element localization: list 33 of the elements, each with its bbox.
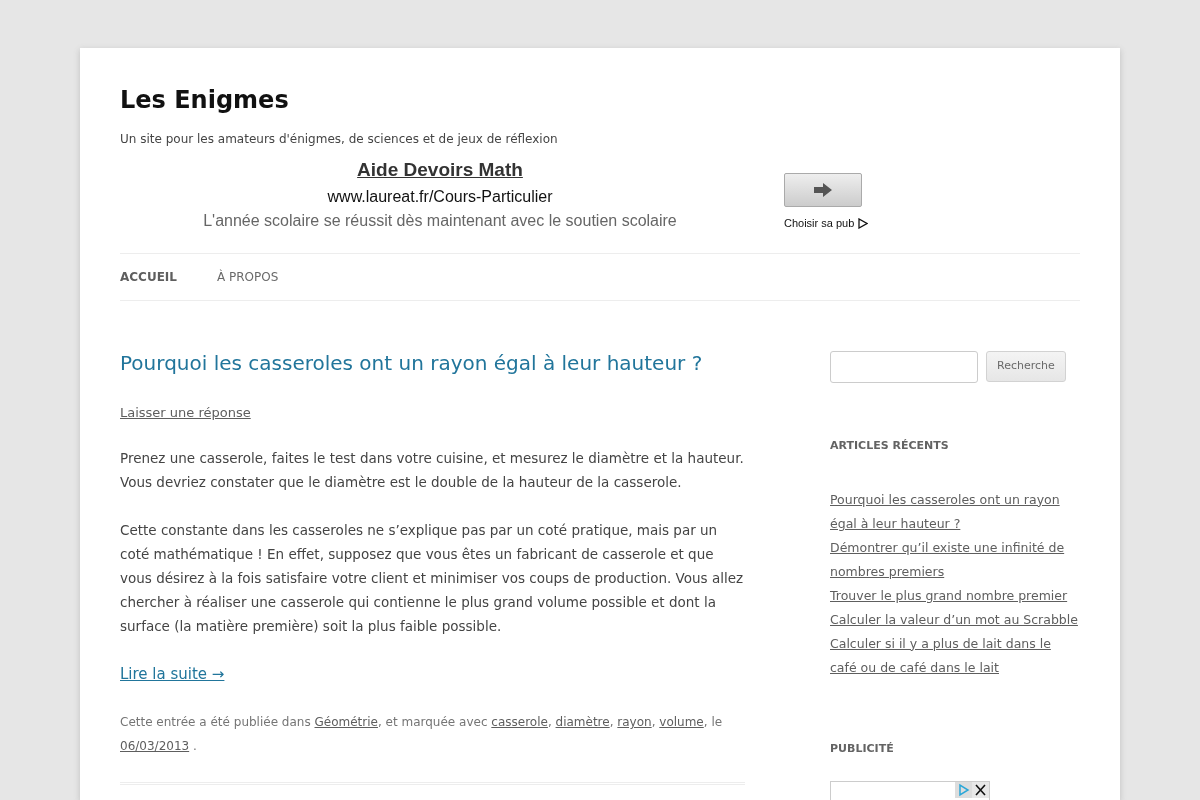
post-title[interactable]: Pourquoi les casseroles ont un rayon égal à leur hauteur ? <box>120 350 745 375</box>
category-link[interactable]: Géométrie <box>314 715 378 729</box>
ad-headline[interactable]: Aide Devoirs Math <box>120 156 760 185</box>
ad-url[interactable]: www.laureat.fr/Cours-Particulier <box>120 184 760 209</box>
date-link[interactable]: 06/03/2013 <box>120 739 190 753</box>
close-icon[interactable] <box>972 781 989 798</box>
nav-link[interactable]: À PROPOS <box>216 253 279 300</box>
recent-post-link[interactable]: Calculer si il y a plus de lait dans le café ou de café dans le lait <box>830 631 1080 680</box>
recent-post-link[interactable]: Calculer la valeur d’un mot au Scrabble <box>830 607 1078 632</box>
recent-post-link[interactable]: Trouver le plus grand nombre premier <box>830 583 1068 608</box>
post-paragraph: Cette constante dans les casseroles ne s’explique pas par un coté pratique, mais par un coté mathématique ! En effet, supposez que vous êtes un fabricant de casserole et que vous désirez à la fois satisfaire votre client et minimiser vos coups de production. Vous allez chercher à réaliser une casserole qui contienne le plus grand volume possible et dont la surface (la matière première) soit la plus faible possible. <box>120 521 745 636</box>
widget-title: PUBLICITÉ <box>830 741 895 755</box>
post-paragraph: Prenez une casserole, faites le test dans votre cuisine, et mesurez le diamètre et la hauteur. Vous devriez constater que le diamètre est le double de la hauteur de la casserole. <box>120 449 745 492</box>
ad-description: L'année scolaire se réussit dès maintenant avec le soutien scolaire <box>202 210 678 231</box>
site-tagline: Un site pour les amateurs d'énigmes, de sciences et de jeux de réflexion <box>120 131 559 148</box>
recent-post-link[interactable]: Pourquoi les casseroles ont un rayon égal à leur hauteur ? <box>830 487 1080 536</box>
post-meta: Cette entrée a été publiée dans Géométrie, et marquée avec casserole, diamètre, rayon, volume, le 06/03/2013 . <box>120 714 724 755</box>
widget-title: ARTICLES RÉCENTS <box>830 438 950 452</box>
arrow-icon <box>814 183 832 197</box>
read-more-link[interactable]: Lire la suite → <box>120 665 225 683</box>
ad-choice-link[interactable]: Choisir sa pub <box>784 215 855 232</box>
ad-arrow-button[interactable] <box>784 173 862 207</box>
tag-link[interactable]: diamètre <box>555 715 610 729</box>
play-icon <box>858 217 869 229</box>
recent-post-link[interactable]: Démontrer qu’il existe une infinité de nombres premiers <box>830 535 1080 584</box>
search-field[interactable] <box>830 350 978 383</box>
tag-link[interactable]: volume <box>659 715 704 729</box>
nav-link[interactable]: ACCUEIL <box>120 253 177 300</box>
site-title[interactable]: Les Enigmes <box>120 82 1080 118</box>
reply-link[interactable]: Laisser une réponse <box>120 404 251 420</box>
tag-link[interactable]: casserole <box>491 715 548 729</box>
tag-link[interactable]: rayon <box>617 715 652 729</box>
search-button[interactable]: Recherche <box>986 351 1066 382</box>
